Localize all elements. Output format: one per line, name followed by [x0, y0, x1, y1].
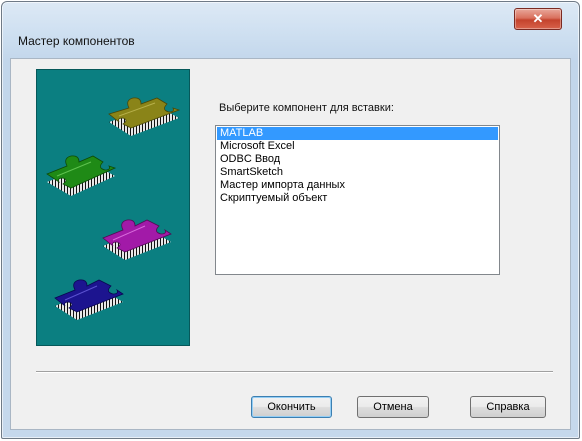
list-item-data-import-wizard[interactable]: Мастер импорта данных	[217, 179, 498, 192]
help-button[interactable]: Справка	[470, 396, 546, 418]
component-prompt-label: Выберите компонент для вставки:	[219, 102, 394, 114]
green-puzzle-piece-icon	[46, 155, 117, 196]
button-separator	[36, 371, 553, 373]
wizard-window: Мастер компонентов ✕ Выберите компонент …	[1, 1, 580, 439]
blue-puzzle-piece-icon	[54, 279, 124, 320]
list-item-matlab[interactable]: MATLAB	[217, 127, 498, 140]
olive-puzzle-piece-icon	[108, 97, 181, 136]
wizard-illustration	[36, 69, 190, 346]
list-item-scriptable-object[interactable]: Скриптуемый объект	[217, 192, 498, 205]
list-item-odbc-input[interactable]: ODBC Ввод	[217, 153, 498, 166]
puzzle-illustration	[46, 97, 181, 320]
dialog-client-area: Выберите компонент для вставки: MATLAB M…	[10, 58, 571, 430]
cancel-button[interactable]: Отмена	[357, 396, 429, 418]
component-listbox[interactable]: MATLAB Microsoft Excel ODBC Ввод SmartSk…	[215, 125, 500, 275]
close-icon: ✕	[532, 11, 544, 26]
close-button[interactable]: ✕	[514, 8, 562, 30]
finish-button[interactable]: Окончить	[251, 396, 332, 418]
title-bar[interactable]: Мастер компонентов ✕	[2, 2, 579, 62]
list-item-microsoft-excel[interactable]: Microsoft Excel	[217, 140, 498, 153]
magenta-puzzle-piece-icon	[102, 219, 172, 260]
list-item-smartsketch[interactable]: SmartSketch	[217, 166, 498, 179]
window-title: Мастер компонентов	[18, 34, 135, 48]
